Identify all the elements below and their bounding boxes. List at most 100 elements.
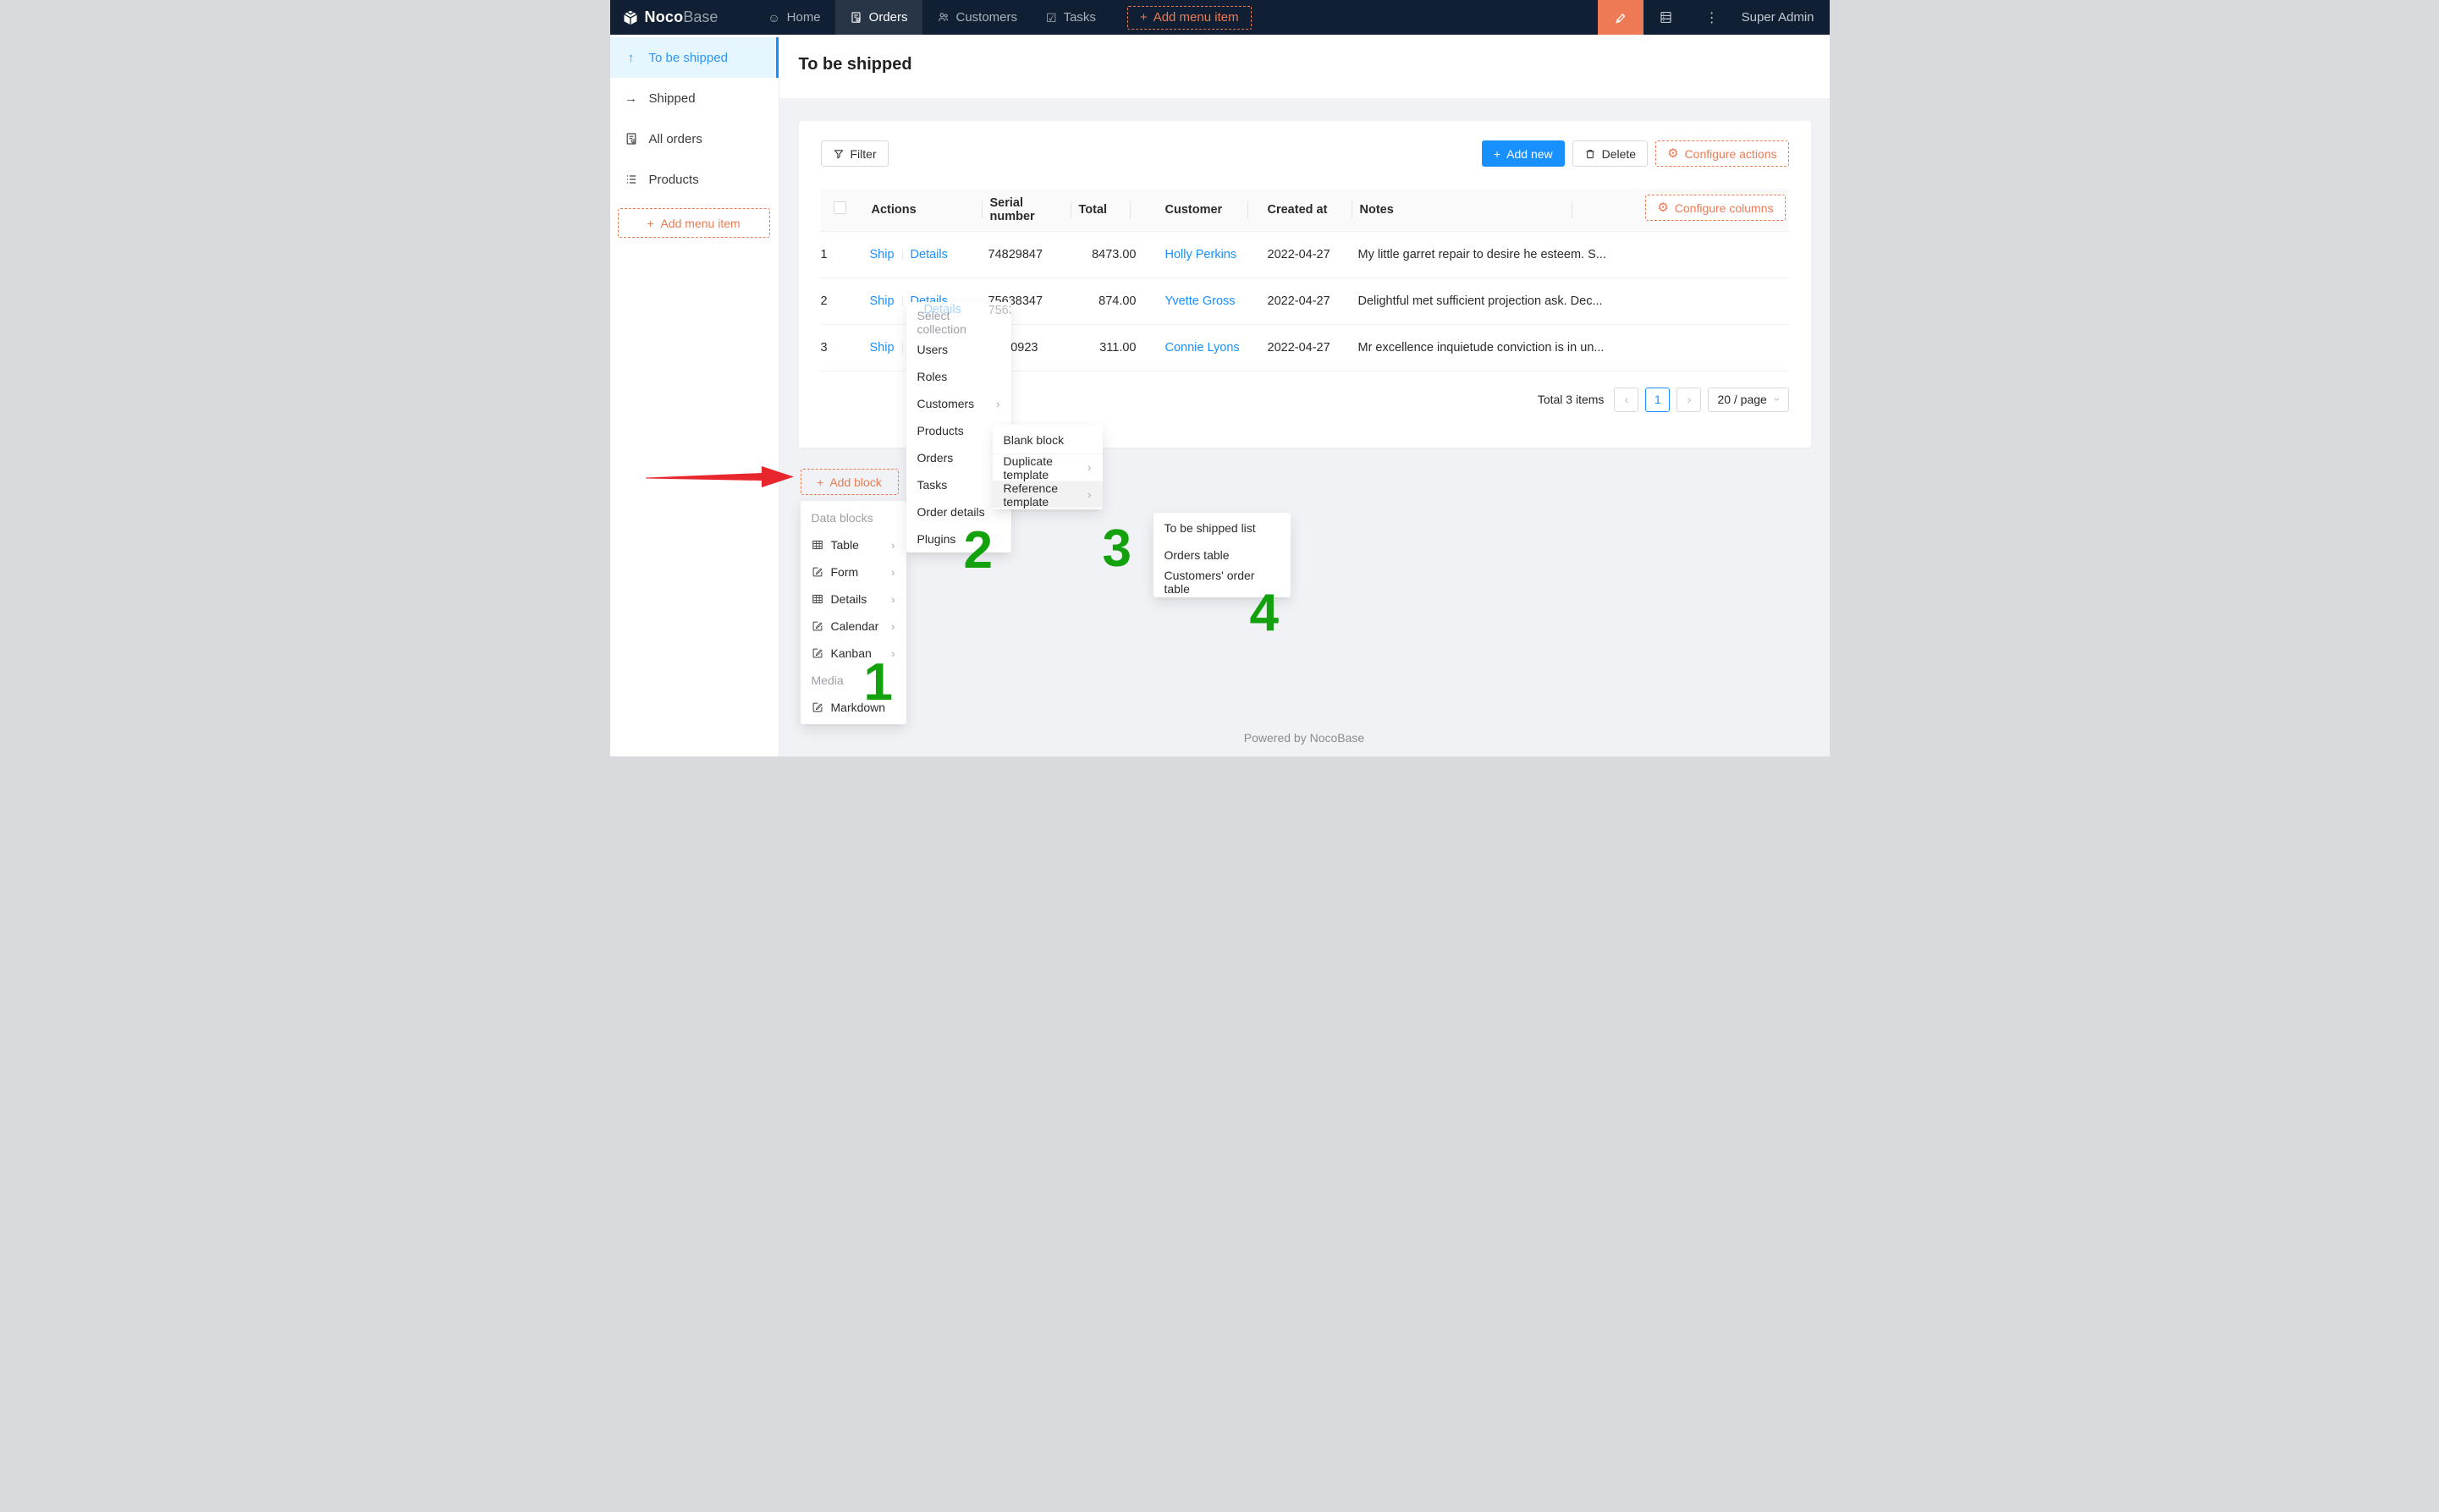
nav-item-label: Home (787, 10, 821, 25)
menu-item-duplicate-template[interactable]: Duplicate template› (993, 454, 1103, 481)
configure-columns-label: Configure columns (1675, 201, 1774, 215)
arrow-right-icon: → (624, 91, 639, 106)
ship-action-link[interactable]: Ship (870, 341, 895, 355)
column-header-created: Created at (1254, 189, 1358, 231)
column-header-serial: Serial number (988, 189, 1077, 231)
next-page-button[interactable]: › (1676, 388, 1701, 412)
nav-item-orders[interactable]: Orders (835, 0, 922, 35)
ship-action-link[interactable]: Ship (870, 294, 895, 308)
delete-button[interactable]: Delete (1572, 140, 1648, 167)
menu-item-reference-template[interactable]: Reference template› (993, 481, 1103, 508)
customer-link[interactable]: Connie Lyons (1165, 341, 1240, 355)
nav-item-customers[interactable]: Customers (922, 0, 1032, 35)
sidebar-item-shipped[interactable]: → Shipped (610, 78, 779, 118)
filter-funnel-icon (833, 148, 845, 160)
menu-item-label: Customers' order table (1164, 569, 1280, 596)
nav-item-home[interactable]: ☺ Home (753, 0, 834, 35)
chevron-right-icon: › (891, 566, 895, 579)
filter-button[interactable]: Filter (821, 140, 889, 167)
sidebar-add-menu-item-button[interactable]: + Add menu item (618, 208, 770, 238)
user-name: Super Admin (1742, 10, 1814, 25)
gear-icon: ⚙ (1667, 147, 1678, 160)
action-divider (902, 296, 903, 306)
page-title: To be shipped (799, 55, 1830, 74)
table-header-row: Actions Serial number Total Customer Cre… (821, 189, 1789, 231)
nav-item-tasks[interactable]: ☑ Tasks (1032, 0, 1110, 35)
sidebar-item-products[interactable]: Products (610, 159, 779, 200)
menu-item-roles[interactable]: Roles (906, 363, 1011, 390)
sidebar-item-label: All orders (649, 132, 702, 146)
add-block-button[interactable]: + Add block (801, 469, 899, 495)
menu-item-markdown[interactable]: Markdown (801, 694, 906, 721)
edit-icon (812, 620, 823, 632)
menu-item-label: Orders (917, 451, 954, 465)
menu-item-details[interactable]: Details › (801, 586, 906, 613)
details-action-link[interactable]: Details (911, 248, 948, 261)
menu-item-kanban[interactable]: Kanban › (801, 640, 906, 667)
nav-add-menu-item-button[interactable]: + Add menu item (1127, 6, 1252, 30)
ui-editor-button[interactable] (1598, 0, 1643, 35)
prev-page-button[interactable]: ‹ (1614, 388, 1638, 412)
menu-item-users[interactable]: Users (906, 336, 1011, 363)
chevron-right-icon: › (891, 647, 895, 660)
page-size-select[interactable]: 20 / page › (1708, 388, 1788, 412)
arrow-up-icon: ↑ (624, 51, 639, 65)
menu-item-plugins[interactable]: Plugins (906, 525, 1011, 553)
current-page-button[interactable]: 1 (1645, 388, 1670, 412)
menu-item-to-be-shipped-list[interactable]: To be shipped list (1153, 514, 1291, 542)
nav-item-label: Orders (869, 10, 908, 25)
menu-item-customers[interactable]: Customers› (906, 390, 1011, 417)
add-new-button[interactable]: + Add new (1482, 140, 1565, 167)
customer-link[interactable]: Yvette Gross (1165, 294, 1236, 308)
user-menu[interactable]: Super Admin (1735, 0, 1830, 35)
menu-item-label: Markdown (831, 701, 886, 714)
plus-icon: + (1494, 147, 1500, 161)
menu-item-label: Roles (917, 370, 948, 383)
menu-item-blank-block[interactable]: Blank block (993, 426, 1103, 454)
menu-item-table[interactable]: Table › (801, 531, 906, 558)
ship-action-link[interactable]: Ship (870, 248, 895, 261)
plugin-settings-button[interactable] (1643, 0, 1689, 35)
menu-item-label: Products (917, 424, 964, 437)
edit-icon (812, 566, 823, 578)
configure-actions-button[interactable]: ⚙ Configure actions (1655, 140, 1788, 167)
column-header-notes: Notes (1358, 189, 1578, 231)
trash-icon (1584, 148, 1596, 160)
grid-icon (812, 593, 823, 605)
page-header: To be shipped (779, 35, 1830, 98)
chevron-right-icon: › (1087, 488, 1091, 501)
menu-item-form[interactable]: Form › (801, 558, 906, 586)
more-options-button[interactable]: ⋮ (1689, 0, 1735, 35)
pagination-total: Total 3 items (1538, 393, 1605, 406)
menu-item-calendar[interactable]: Calendar › (801, 613, 906, 640)
notes-cell: Mr excellence inquietude conviction is i… (1358, 324, 1789, 371)
created-at-cell: 2022-04-27 (1254, 231, 1358, 278)
table-row[interactable]: 1 ShipDetails 74829847 8473.00 Holly Per… (821, 231, 1789, 278)
sidebar-item-all-orders[interactable]: All orders (610, 118, 779, 159)
smiley-icon: ☺ (768, 12, 779, 24)
menu-item-label: Customers (917, 397, 975, 410)
total-cell: 874.00 (1077, 278, 1137, 324)
delete-label: Delete (1602, 147, 1636, 161)
left-sidebar: ↑ To be shipped → Shipped All orders (610, 35, 779, 756)
logo-text-base: Base (683, 8, 718, 25)
action-divider (902, 250, 903, 260)
serial-number-cell: 74829847 (988, 231, 1077, 278)
menu-item-customers-order-table[interactable]: Customers' order table (1153, 569, 1291, 596)
chevron-left-icon: ‹ (1624, 393, 1628, 407)
select-all-checkbox[interactable] (834, 201, 846, 214)
configure-columns-button[interactable]: ⚙ Configure columns (1645, 195, 1785, 221)
chevron-right-icon: › (891, 593, 895, 606)
nav-item-label: Tasks (1064, 10, 1096, 25)
navbar-right-cluster: ⋮ Super Admin (1598, 0, 1830, 35)
sidebar-item-label: To be shipped (649, 51, 728, 65)
chevron-right-icon: › (1687, 393, 1691, 407)
customer-link[interactable]: Holly Perkins (1165, 248, 1237, 261)
row-index: 3 (821, 324, 870, 371)
menu-item-label: Plugins (917, 532, 956, 546)
chevron-right-icon: › (891, 539, 895, 552)
nocobase-logo[interactable]: NocoBase (610, 0, 732, 35)
sidebar-item-to-be-shipped[interactable]: ↑ To be shipped (610, 37, 779, 78)
menu-item-orders-table[interactable]: Orders table (1153, 542, 1291, 569)
chevron-down-icon: › (1770, 398, 1784, 402)
